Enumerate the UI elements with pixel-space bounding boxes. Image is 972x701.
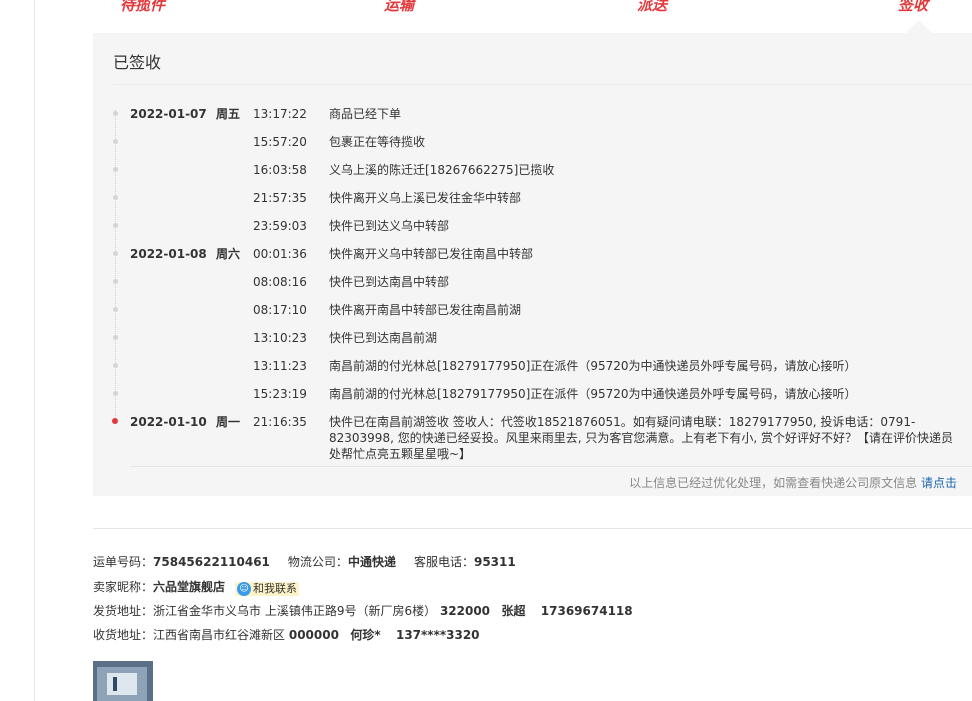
event-time: 00:01:36: [253, 247, 307, 261]
tracking-event: 08:17:10 快件离开南昌中转部已发往南昌前湖: [0, 300, 972, 320]
event-description: 义乌上溪的陈迁迁[18267662275]已揽收: [329, 163, 555, 177]
to-zip: 000000: [288, 628, 339, 642]
timeline-dot: [113, 251, 118, 256]
from-name: 张超: [501, 604, 526, 618]
event-date: 2022-01-08: [130, 247, 207, 261]
note-text: 以上信息已经过优化处理，如需查看快递公司原文信息: [629, 476, 918, 490]
from-label: 发货地址：: [93, 604, 154, 618]
to-phone: 137****3320: [395, 628, 480, 642]
timeline-dot: [113, 111, 118, 116]
contact-seller-button[interactable]: ☺ 和我联系: [235, 582, 300, 596]
tracking-event: 16:03:58 义乌上溪的陈迁迁[18267662275]已揽收: [0, 160, 972, 180]
tracking-event: 13:10:23 快件已到达南昌前湖: [0, 328, 972, 348]
event-date: 2022-01-07: [130, 107, 207, 121]
from-phone: 17369674118: [540, 604, 633, 618]
event-description: 快件离开义乌上溪已发往金华中转部: [329, 191, 522, 205]
step-in-transit: 运输: [384, 0, 415, 14]
event-weekday: 周五: [216, 107, 241, 121]
tracking-event: 15:23:19 南昌前湖的付光林总[18279177950]正在派件（9572…: [0, 384, 972, 404]
tracking-status-title: 已签收: [113, 53, 162, 72]
event-time: 08:08:16: [253, 275, 307, 289]
waybill-label: 运单号码：: [93, 555, 154, 569]
events-divider: [130, 466, 972, 467]
event-time: 21:57:35: [253, 191, 307, 205]
event-weekday: 周一: [216, 415, 241, 429]
from-zip: 322000: [439, 604, 491, 618]
timeline-dot: [113, 195, 118, 200]
view-original-link[interactable]: 请点击: [921, 476, 957, 490]
tracking-event: 08:08:16 快件已到达南昌中转部: [0, 272, 972, 292]
shipment-line-waybill: 运单号码：75845622110461 物流公司：中通快递 客服电话：95311: [93, 552, 516, 572]
event-description: 快件离开南昌中转部已发往南昌前湖: [329, 303, 522, 317]
tracking-event: 23:59:03 快件已到达义乌中转部: [0, 216, 972, 236]
event-time: 15:23:19: [253, 387, 307, 401]
event-description: 快件已到达南昌中转部: [329, 275, 450, 289]
event-description: 南昌前湖的付光林总[18279177950]正在派件（95720为中通快递员外呼…: [329, 359, 857, 373]
from-address: 浙江省金华市义乌市 上溪镇伟正路9号（新厂房6楼）: [153, 604, 437, 618]
carrier-label: 物流公司：: [287, 555, 348, 569]
timeline-dot-active: [112, 418, 118, 424]
tracking-event-latest: 2022-01-10 周一 21:16:35 快件已在南昌前湖签收 签收人：代签…: [0, 412, 972, 462]
event-description: 快件已到达义乌中转部: [329, 219, 450, 233]
step-pending-pickup: 待揽件: [120, 0, 166, 14]
event-weekday: 周六: [216, 247, 241, 261]
event-description: 快件已在南昌前湖签收 签收人：代签收18521876051。如有疑问请电联：18…: [329, 415, 953, 461]
timeline-dot: [113, 279, 118, 284]
hotline-label: 客服电话：: [413, 555, 474, 569]
step-delivering: 派送: [637, 0, 668, 14]
shipment-line-seller: 卖家昵称：六品堂旗舰店 ☺ 和我联系: [93, 577, 300, 597]
tracking-event: 15:57:20 包裹正在等待揽收: [0, 132, 972, 152]
panel-divider: [113, 84, 972, 85]
event-time: 13:17:22: [253, 107, 307, 121]
seller-name[interactable]: 六品堂旗舰店: [153, 580, 225, 594]
timeline-dot: [113, 307, 118, 312]
event-description: 快件离开义乌中转部已发往南昌中转部: [329, 247, 534, 261]
tracking-event: 21:57:35 快件离开义乌上溪已发往金华中转部: [0, 188, 972, 208]
event-time: 13:11:23: [253, 359, 307, 373]
timeline-dot: [113, 223, 118, 228]
timeline-dot: [113, 363, 118, 368]
tracking-event: 2022-01-08 周六 00:01:36 快件离开义乌中转部已发往南昌中转部: [0, 244, 972, 264]
carrier-name: 中通快递: [347, 555, 396, 569]
event-description: 商品已经下单: [329, 107, 402, 121]
waybill-number: 75845622110461: [153, 555, 270, 569]
to-address: 江西省南昌市红谷滩新区: [153, 628, 286, 642]
section-divider: [93, 528, 972, 529]
panel-pointer: [906, 20, 932, 33]
tracking-event: 13:11:23 南昌前湖的付光林总[18279177950]正在派件（9572…: [0, 356, 972, 376]
event-time: 23:59:03: [253, 219, 307, 233]
event-time: 21:16:35: [253, 415, 307, 429]
event-description: 南昌前湖的付光林总[18279177950]正在派件（95720为中通快递员外呼…: [329, 387, 857, 401]
optimization-note: 以上信息已经过优化处理，如需查看快递公司原文信息 请点击: [629, 474, 957, 491]
event-date: 2022-01-10: [130, 415, 207, 429]
timeline-dot: [113, 167, 118, 172]
shipment-line-to: 收货地址：江西省南昌市红谷滩新区 000000 何珍* 137****3320: [93, 625, 480, 645]
event-time: 16:03:58: [253, 163, 307, 177]
tracking-event: 2022-01-07 周五 13:17:22 商品已经下单: [0, 104, 972, 124]
to-label: 收货地址：: [93, 628, 154, 642]
event-time: 13:10:23: [253, 331, 307, 345]
timeline-dot: [113, 391, 118, 396]
shipment-line-from: 发货地址：浙江省金华市义乌市 上溪镇伟正路9号（新厂房6楼） 322000 张超…: [93, 601, 633, 621]
product-thumbnail[interactable]: [93, 661, 153, 701]
event-description: 包裹正在等待揽收: [329, 135, 426, 149]
hotline-number: 95311: [473, 555, 516, 569]
timeline-dot: [113, 139, 118, 144]
event-time: 08:17:10: [253, 303, 307, 317]
step-signed: 签收: [898, 0, 929, 14]
seller-label: 卖家昵称：: [93, 580, 154, 594]
timeline-dot: [113, 335, 118, 340]
to-name: 何珍*: [350, 628, 381, 642]
wangwang-chat-icon: ☺: [237, 582, 252, 596]
event-time: 15:57:20: [253, 135, 307, 149]
contact-label: 和我联系: [253, 582, 298, 595]
event-description: 快件已到达南昌前湖: [329, 331, 438, 345]
